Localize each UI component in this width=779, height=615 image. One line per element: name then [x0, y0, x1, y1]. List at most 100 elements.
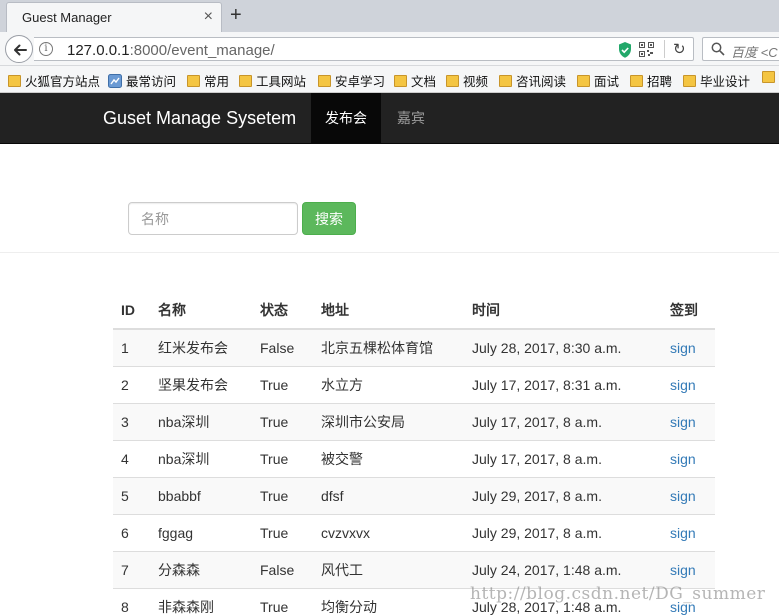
- browser-tab[interactable]: Guest Manager ×: [6, 2, 222, 32]
- sign-link[interactable]: sign: [670, 340, 696, 356]
- cell-time: July 28, 2017, 8:30 a.m.: [464, 328, 662, 366]
- url-host: 127.0.0.1: [67, 42, 130, 59]
- app-navbar: Guset Manage Sysetem 发布会 嘉宾: [0, 93, 779, 144]
- cell-time: July 17, 2017, 8:31 a.m.: [464, 365, 662, 403]
- cell-name: nba深圳: [150, 439, 252, 477]
- section-divider: [0, 252, 779, 253]
- sign-link[interactable]: sign: [670, 562, 696, 578]
- folder-icon: [446, 75, 459, 87]
- cell-status: True: [252, 587, 313, 615]
- folder-icon: [239, 75, 252, 87]
- cell-sign: sign: [662, 439, 715, 477]
- cell-time: July 17, 2017, 8 a.m.: [464, 439, 662, 477]
- tab-title: Guest Manager: [22, 10, 112, 25]
- bookmark-item[interactable]: 最常访问: [108, 71, 176, 89]
- cell-sign: sign: [662, 402, 715, 440]
- close-icon[interactable]: ×: [204, 8, 213, 26]
- cell-name: 坚果发布会: [150, 365, 252, 403]
- cell-sign: sign: [662, 513, 715, 551]
- cell-status: False: [252, 328, 313, 366]
- browser-toolbar: i 127.0.0.1:8000/event_manage/ ↻ 百度 <C: [0, 32, 779, 66]
- event-name-search-input[interactable]: [128, 202, 298, 235]
- folder-icon: [499, 75, 512, 87]
- cell-address: 均衡分动: [313, 587, 464, 615]
- table-row: 5 bbabbf True dfsf July 29, 2017, 8 a.m. sign: [113, 476, 715, 514]
- cell-sign: sign: [662, 328, 715, 366]
- nav-tab-events[interactable]: 发布会: [311, 93, 381, 143]
- sign-link[interactable]: sign: [670, 488, 696, 504]
- table-header-row: ID 名称 状态 地址 时间 签到: [113, 292, 715, 330]
- cell-id: 1: [113, 328, 150, 366]
- qr-code-icon[interactable]: [639, 42, 654, 57]
- column-header-status: 状态: [252, 292, 313, 330]
- cell-sign: sign: [662, 365, 715, 403]
- bookmark-item[interactable]: 面试: [577, 71, 619, 89]
- nav-tab-guests[interactable]: 嘉宾: [383, 93, 439, 143]
- bookmark-item[interactable]: 工具网站: [239, 71, 306, 89]
- cell-status: False: [252, 550, 313, 588]
- folder-icon: [394, 75, 407, 87]
- cell-id: 8: [113, 587, 150, 615]
- cell-name: 红米发布会: [150, 328, 252, 366]
- table-row: 3 nba深圳 True 深圳市公安局 July 17, 2017, 8 a.m. sig…: [113, 402, 715, 440]
- cell-name: fggag: [150, 513, 252, 551]
- cell-status: True: [252, 476, 313, 514]
- folder-icon: [187, 75, 200, 87]
- back-arrow-icon: [14, 44, 27, 56]
- column-header-time: 时间: [464, 292, 662, 330]
- bookmark-item[interactable]: 招聘: [630, 71, 672, 89]
- bookmark-item[interactable]: 视频: [446, 71, 488, 89]
- cell-sign: sign: [662, 476, 715, 514]
- browser-search-placeholder: 百度 <C: [731, 45, 778, 60]
- bookmark-overflow[interactable]: [762, 71, 779, 89]
- folder-icon: [8, 75, 21, 87]
- cell-address: 北京五棵松体育馆: [313, 328, 464, 366]
- tab-strip: Guest Manager × +: [0, 0, 779, 32]
- column-header-id: ID: [113, 292, 150, 330]
- bookmark-item[interactable]: 咨讯阅读: [499, 71, 566, 89]
- column-header-address: 地址: [313, 292, 464, 330]
- column-header-sign: 签到: [662, 292, 715, 330]
- cell-id: 7: [113, 550, 150, 588]
- bookmark-item[interactable]: 文档: [394, 71, 436, 89]
- cell-name: 非森森刚: [150, 587, 252, 615]
- sign-link[interactable]: sign: [670, 525, 696, 541]
- url-bar[interactable]: i 127.0.0.1:8000/event_manage/ ↻: [34, 37, 694, 61]
- search-button[interactable]: 搜索: [302, 202, 356, 235]
- sign-link[interactable]: sign: [670, 451, 696, 467]
- reload-icon[interactable]: ↻: [673, 40, 686, 58]
- new-tab-button[interactable]: +: [230, 4, 242, 26]
- browser-search-box[interactable]: 百度 <C: [702, 37, 779, 61]
- cell-status: True: [252, 365, 313, 403]
- cell-name: 分森森: [150, 550, 252, 588]
- sign-link[interactable]: sign: [670, 377, 696, 393]
- watermark: http://blog.csdn.net/DG_summer: [470, 584, 766, 604]
- app-brand[interactable]: Guset Manage Sysetem: [103, 108, 296, 129]
- column-header-name: 名称: [150, 292, 252, 330]
- cell-address: 被交警: [313, 439, 464, 477]
- cell-address: cvzvxvx: [313, 513, 464, 551]
- cell-time: July 17, 2017, 8 a.m.: [464, 402, 662, 440]
- shield-icon[interactable]: [617, 41, 633, 59]
- cell-status: True: [252, 439, 313, 477]
- table-row: 6 fggag True cvzvxvx July 29, 2017, 8 a.m. si…: [113, 513, 715, 551]
- cell-time: July 29, 2017, 8 a.m.: [464, 513, 662, 551]
- bookmark-item[interactable]: 安卓学习: [318, 71, 385, 89]
- cell-address: dfsf: [313, 476, 464, 514]
- cell-id: 6: [113, 513, 150, 551]
- cell-id: 2: [113, 365, 150, 403]
- cell-status: True: [252, 513, 313, 551]
- bookmark-item[interactable]: 火狐官方站点: [8, 71, 100, 89]
- sign-link[interactable]: sign: [670, 414, 696, 430]
- folder-icon: [318, 75, 331, 87]
- bookmark-item[interactable]: 毕业设计: [683, 71, 750, 89]
- bookmark-item[interactable]: 常用: [187, 71, 229, 89]
- cell-time: July 24, 2017, 1:48 a.m.: [464, 550, 662, 588]
- cell-name: nba深圳: [150, 402, 252, 440]
- back-button[interactable]: [5, 35, 33, 63]
- cell-address: 深圳市公安局: [313, 402, 464, 440]
- url-text: 127.0.0.1:8000/event_manage/: [67, 42, 275, 59]
- most-visited-icon: [108, 74, 122, 88]
- cell-id: 4: [113, 439, 150, 477]
- info-icon[interactable]: i: [39, 42, 53, 56]
